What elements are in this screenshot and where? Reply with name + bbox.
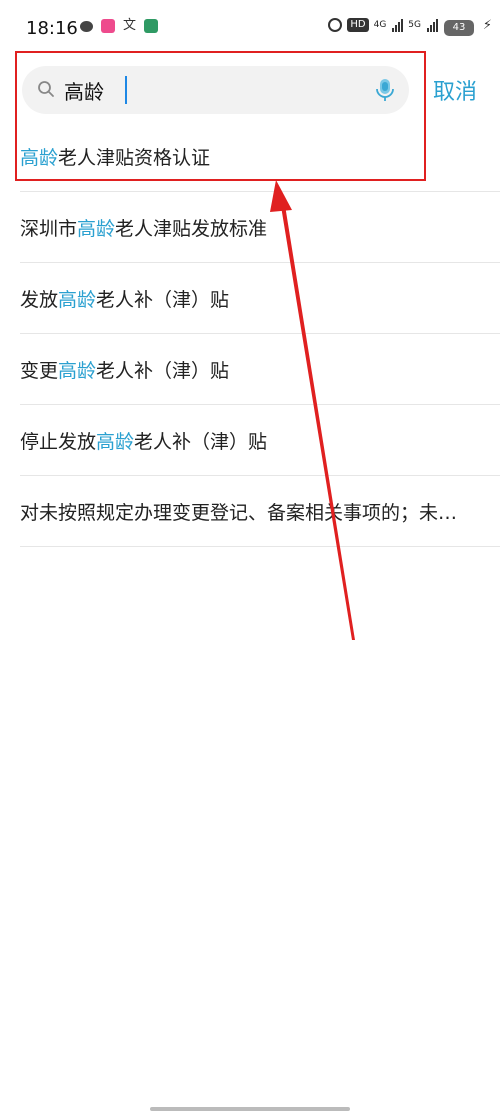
- battery-icon: 43: [444, 20, 474, 36]
- suggestion-highlight: 高龄: [58, 288, 97, 311]
- hd-icon: HD: [347, 18, 369, 32]
- suggestion-highlight: 高龄: [96, 430, 135, 453]
- suggestion-text-after: 老人津贴发放标准: [115, 217, 268, 240]
- signal-5g-icon: [427, 18, 438, 32]
- suggestion-highlight: 高龄: [58, 359, 97, 382]
- search-icon: [38, 81, 54, 97]
- suggestion-text-after: 老人津贴资格认证: [58, 146, 211, 169]
- suggestion-item[interactable]: 对未按照规定办理变更登记、备案相关事项的；未…: [20, 476, 500, 547]
- suggestion-text-before: 深圳市: [20, 217, 78, 240]
- suggestion-highlight: 高龄: [20, 146, 59, 169]
- status-time: 18:16: [26, 18, 78, 39]
- suggestion-text-after: 老人补（津）贴: [96, 288, 230, 311]
- suggestion-text-before: 发放: [20, 288, 59, 311]
- suggestion-item[interactable]: 高龄 老人津贴资格认证: [20, 121, 500, 192]
- bilibili-icon: [101, 19, 115, 33]
- search-input[interactable]: [60, 66, 368, 114]
- alarm-icon: [328, 18, 343, 32]
- suggestion-text-before: 变更: [20, 359, 59, 382]
- suggestion-text-before: 对未按照规定办理变更登记、备案相关事项的；未…: [20, 501, 458, 524]
- signal-4g-icon: [392, 18, 404, 32]
- suggestion-highlight: 高龄: [77, 217, 116, 240]
- signal-4g-label: 4G: [373, 20, 387, 30]
- microphone-icon[interactable]: [373, 77, 397, 103]
- text-icon: 文: [123, 18, 137, 33]
- suggestion-item[interactable]: 深圳市 高龄 老人津贴发放标准: [20, 192, 500, 263]
- status-left-icons: 文: [80, 18, 159, 33]
- suggestion-item[interactable]: 发放 高龄 老人补（津）贴: [20, 263, 500, 334]
- signal-5g-label: 5G: [408, 20, 421, 30]
- text-cursor: [125, 76, 127, 104]
- suggestion-text-after: 老人补（津）贴: [134, 430, 268, 453]
- suggestion-text-after: 老人补（津）贴: [96, 359, 230, 382]
- suggestion-item[interactable]: 变更 高龄 老人补（津）贴: [20, 334, 500, 405]
- wechat-icon: [80, 20, 93, 32]
- status-bar: 18:16 文 HD 4G 5G 43 ⚡: [0, 0, 500, 56]
- app-icon: [144, 19, 159, 33]
- suggestion-text-before: 停止发放: [20, 430, 97, 453]
- suggestion-item[interactable]: 停止发放 高龄 老人补（津）贴: [20, 405, 500, 476]
- cancel-button[interactable]: 取消: [433, 74, 477, 106]
- status-right-icons: HD 4G 5G: [328, 18, 438, 32]
- home-indicator: [150, 1107, 350, 1111]
- search-box[interactable]: [22, 66, 409, 114]
- charging-bolt-icon: ⚡: [482, 18, 492, 33]
- suggestion-list: 高龄 老人津贴资格认证 深圳市 高龄 老人津贴发放标准 发放 高龄 老人补（津）…: [20, 121, 500, 547]
